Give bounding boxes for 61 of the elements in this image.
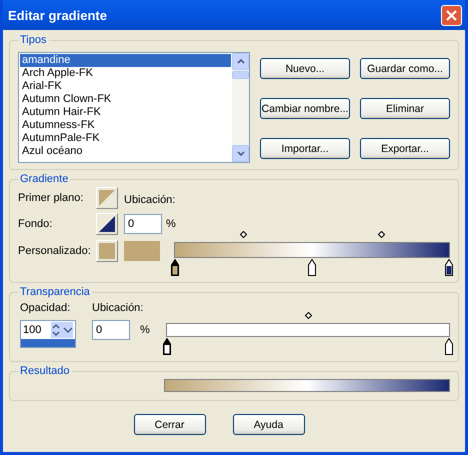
color-stop-marker[interactable] [171,259,179,276]
list-item[interactable]: AutumnPale-FK [20,132,231,145]
close-icon [446,10,457,20]
dialog-button[interactable]: Exportar... [360,138,450,159]
group-title: Transparencia [19,286,91,298]
chevron-up-icon [236,59,244,64]
custom-color-preview [124,241,160,261]
list-item[interactable]: Azul océano [20,145,231,158]
midpoint-diamond-icon[interactable] [378,231,384,238]
dialog-button[interactable]: Importar... [260,138,350,159]
list-item[interactable]: Arch Apple-FK [20,67,231,80]
field-label: Personalizado: [18,244,92,258]
dialog-button[interactable]: Cerrar [134,414,206,435]
list-item[interactable]: Autumness-FK [20,119,231,132]
dialog-button[interactable]: Nuevo... [260,58,350,79]
list-item[interactable]: Autumn Hair-FK [20,106,231,119]
list-item[interactable]: amandine [20,54,231,67]
group-title: Gradiente [19,173,70,185]
scroll-thumb[interactable] [232,71,249,79]
background-swatch-button[interactable] [96,213,118,235]
custom-swatch-button[interactable] [96,240,118,262]
opacity-value: 100 [23,322,42,338]
scroll-up-button[interactable] [232,53,249,70]
gradient-bar[interactable] [174,242,450,258]
triangle-swatch-icon [99,216,115,232]
dialog-button[interactable]: Cambiar nombre... [260,98,350,119]
group-title: Resultado [19,365,71,377]
percent-sign: % [166,216,176,232]
percent-sign: % [140,322,150,338]
color-swatch [99,243,115,259]
opacity-bar[interactable] [166,323,450,337]
gradient-list[interactable]: amandine Arch Apple-FK Arial-FK Autumn Clown-FK Autumn Hair-FK Autumness-FK AutumnPale-FK Azul océano [18,52,250,163]
selection-highlight [21,339,75,347]
color-stop-marker[interactable] [445,338,453,355]
field-label: Ubicación: [124,193,176,208]
location-field[interactable]: 0 [92,320,130,340]
midpoint-diamond-icon[interactable] [304,312,312,319]
dialog-button[interactable]: Eliminar [360,98,450,119]
field-label: Primer plano: [18,190,84,206]
color-stop-marker[interactable] [308,259,316,276]
field-label: Ubicación: [92,301,144,316]
group-title: Tipos [19,34,48,46]
midpoint-diamond-icon[interactable] [240,231,246,238]
color-stop-marker[interactable] [445,259,453,276]
chevron-down-icon [236,151,244,156]
dialog-button[interactable]: Ayuda [232,414,304,435]
field-label: Opacidad: [20,301,72,316]
field-label: Fondo: [18,216,54,232]
triangle-swatch-icon [99,190,115,206]
color-stop-marker[interactable] [163,338,171,355]
scroll-down-button[interactable] [232,145,249,162]
list-item[interactable]: Autumn Clown-FK [20,93,231,106]
dialog-button[interactable]: Guardar como... [360,58,450,79]
opacity-spinner[interactable]: 100 [20,320,76,348]
location-field[interactable]: 0 [124,214,162,234]
close-button[interactable] [441,4,462,26]
list-item[interactable]: Arial-FK [20,80,231,93]
scrollbar[interactable] [232,53,249,162]
foreground-swatch-button[interactable] [96,187,118,209]
spin-arrows-icon[interactable] [51,322,73,338]
window-title: Editar gradiente [8,8,107,22]
